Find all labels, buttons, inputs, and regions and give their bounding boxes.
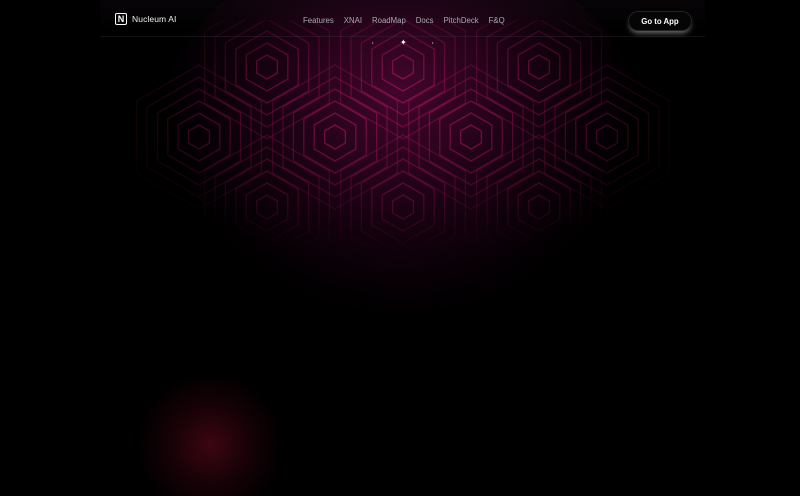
hexagon-ring — [313, 112, 357, 162]
hexagon-ring — [475, 134, 603, 270]
hexagon-ring — [203, 134, 331, 270]
nav-link-docs[interactable]: Docs — [416, 16, 434, 25]
hexagon-ring — [323, 124, 347, 150]
hexagon-ring — [486, 146, 592, 268]
hexagon-ring — [564, 88, 650, 186]
hexagon-ring — [271, 64, 399, 210]
hexagon-ring — [371, 30, 435, 104]
hexagon-ring — [439, 100, 503, 174]
hexagon-ring — [595, 124, 619, 150]
nav-link-faq[interactable]: F&Q — [489, 16, 505, 25]
hexagon-ring — [391, 54, 415, 80]
hexagon-ring — [554, 76, 660, 198]
hexagon-ring — [350, 146, 456, 268]
hexagon-ring — [303, 100, 367, 174]
hexagon-ring — [167, 100, 231, 174]
sparkle-dot: • — [432, 40, 434, 45]
nav-link-xnai[interactable]: XNAI — [344, 16, 362, 25]
hexagon-ring — [527, 194, 551, 220]
hexagon-ring — [381, 182, 425, 232]
hexagon-ring — [187, 124, 211, 150]
hexagon-ring — [543, 64, 670, 210]
hexagon-ring — [575, 100, 639, 174]
hexagon-ring — [407, 64, 535, 210]
main-nav: Features XNAI RoadMap Docs PitchDeck F&Q — [303, 16, 505, 25]
hexagon-ring — [146, 76, 252, 198]
hexagon-ring — [135, 64, 263, 210]
hexagon-ring — [428, 88, 514, 186]
brand-logo-icon: N — [115, 13, 127, 25]
hexagon-ring — [507, 30, 571, 104]
hexagon-ring — [339, 20, 467, 140]
hexagon-ring — [517, 182, 561, 232]
landing-page: ✦ • • N Nucleum AI Features XNAI RoadMap… — [0, 0, 800, 496]
hexagon-ring — [585, 112, 629, 162]
hexagon-ring — [507, 170, 571, 244]
hexagon-ring — [360, 158, 446, 256]
hexagon-ring — [339, 134, 467, 270]
hexagon-ring — [214, 146, 320, 268]
hexagon-ring — [235, 30, 299, 104]
brand-name: Nucleum AI — [132, 14, 177, 24]
hexagon-ring — [255, 54, 279, 80]
hexagon-ring — [527, 54, 551, 80]
hexagon-ring — [517, 42, 561, 92]
hexagon-ring — [177, 112, 221, 162]
hexagon-ring — [224, 158, 310, 256]
nav-link-pitchdeck[interactable]: PitchDeck — [444, 16, 479, 25]
hexagon-ring — [475, 20, 603, 140]
hexagon-grid-pattern — [135, 20, 670, 270]
hexagon-ring — [381, 42, 425, 92]
hexagon-ring — [459, 124, 483, 150]
hexagon-ring — [156, 88, 242, 186]
hexagon-ring — [371, 170, 435, 244]
hexagon-ring — [292, 88, 378, 186]
hexagon-ring — [245, 182, 289, 232]
hexagon-ring — [449, 112, 493, 162]
sparkle-dot: • — [372, 40, 374, 45]
brand[interactable]: N Nucleum AI — [115, 13, 176, 25]
nav-link-roadmap[interactable]: RoadMap — [372, 16, 406, 25]
hexagon-ring — [255, 194, 279, 220]
hexagon-ring — [203, 20, 331, 140]
nav-link-features[interactable]: Features — [303, 16, 334, 25]
hexagon-ring — [418, 76, 524, 198]
sparkle-icon: ✦ — [400, 38, 407, 47]
hexagon-ring — [235, 170, 299, 244]
site-header: N Nucleum AI Features XNAI RoadMap Docs … — [100, 0, 705, 37]
hero-glow — [160, 0, 640, 320]
hexagon-ring — [282, 76, 388, 198]
go-to-app-button[interactable]: Go to App — [628, 11, 692, 31]
hexagon-ring — [391, 194, 415, 220]
hexagon-ring — [245, 42, 289, 92]
hexagon-ring — [496, 158, 582, 256]
bottom-glow — [135, 375, 285, 496]
